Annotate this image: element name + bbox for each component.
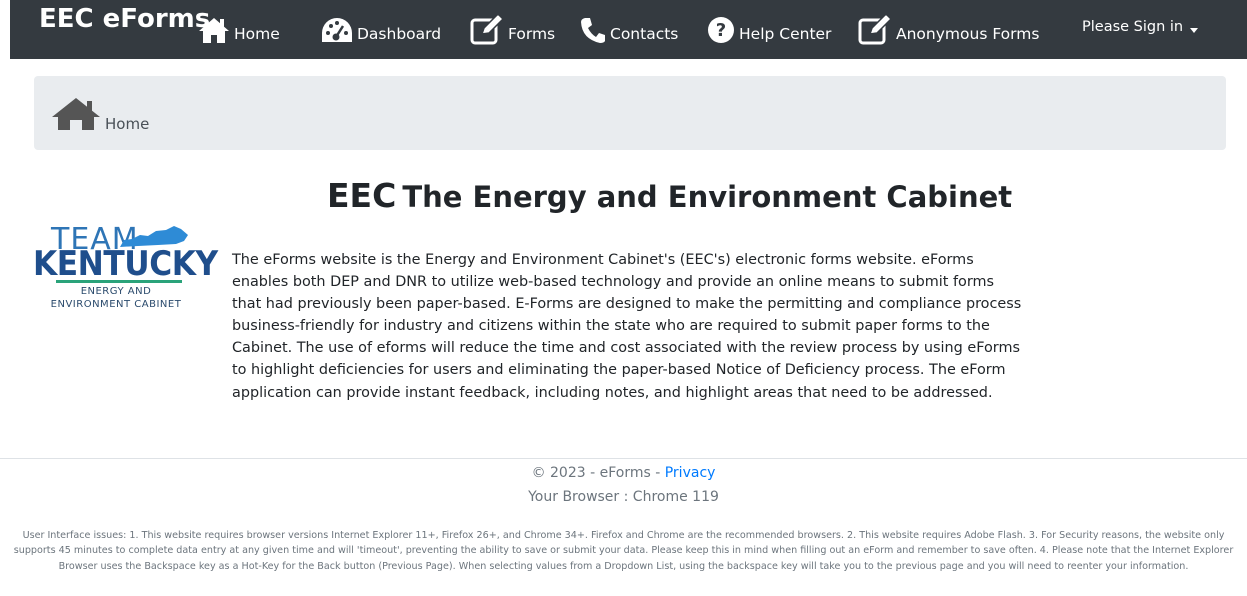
svg-text:?: ? (716, 20, 726, 41)
nav-forms-label: Forms (508, 24, 556, 43)
navbar: EEC eForms Home Dashboard Forms Contacts… (10, 0, 1247, 59)
logo-line2: ENVIRONMENT CABINET (50, 299, 182, 310)
page-title: EEC The Energy and Environment Cabinet (327, 176, 1012, 215)
sign-in-dropdown[interactable]: Please Sign in (1082, 0, 1199, 59)
caret-down-icon (1190, 27, 1199, 33)
question-circle-icon: ? (707, 16, 735, 44)
edit-icon (470, 14, 504, 45)
edit-icon (858, 14, 892, 45)
footer-copyright: © 2023 - eForms - Privacy (0, 465, 1247, 481)
phone-icon (580, 16, 606, 44)
logo-divider (56, 280, 182, 283)
nav-help-center-label: Help Center (739, 24, 832, 43)
privacy-link[interactable]: Privacy (665, 465, 716, 481)
home-icon (198, 16, 230, 44)
home-icon (51, 97, 101, 135)
brand-link[interactable]: EEC eForms (39, 4, 210, 34)
footer-divider (0, 458, 1247, 459)
nav-anonymous-forms[interactable]: Anonymous Forms (858, 0, 1039, 59)
browser-info: Your Browser : Chrome 119 (528, 489, 719, 505)
logo-kentucky: KENTUCKY (33, 244, 218, 284)
nav-contacts[interactable]: Contacts (580, 0, 678, 59)
sign-in-label: Please Sign in (1082, 18, 1184, 35)
nav-home-label: Home (234, 24, 280, 43)
copyright-text: © 2023 - eForms - (531, 465, 665, 481)
page-title-text: The Energy and Environment Cabinet (402, 180, 1013, 214)
nav-anonymous-forms-label: Anonymous Forms (896, 24, 1040, 43)
nav-help-center[interactable]: ? Help Center (707, 0, 831, 59)
description-text: The eForms website is the Energy and Env… (232, 252, 1022, 401)
team-kentucky-logo: TEAM KENTUCKY ENERGY AND ENVIRONMENT CAB… (18, 222, 218, 314)
breadcrumb-home[interactable]: Home (105, 115, 149, 133)
ui-issues-notice: User Interface issues: 1. This website r… (13, 530, 1234, 572)
dashboard-icon (321, 16, 353, 44)
page-title-abbr: EEC (327, 176, 397, 215)
logo-line1: ENERGY AND (80, 286, 152, 297)
nav-forms[interactable]: Forms (470, 0, 555, 59)
nav-contacts-label: Contacts (610, 24, 679, 43)
nav-dashboard-label: Dashboard (357, 24, 442, 43)
nav-dashboard[interactable]: Dashboard (321, 0, 441, 59)
breadcrumb: Home (34, 76, 1226, 150)
nav-home[interactable]: Home (198, 0, 280, 59)
